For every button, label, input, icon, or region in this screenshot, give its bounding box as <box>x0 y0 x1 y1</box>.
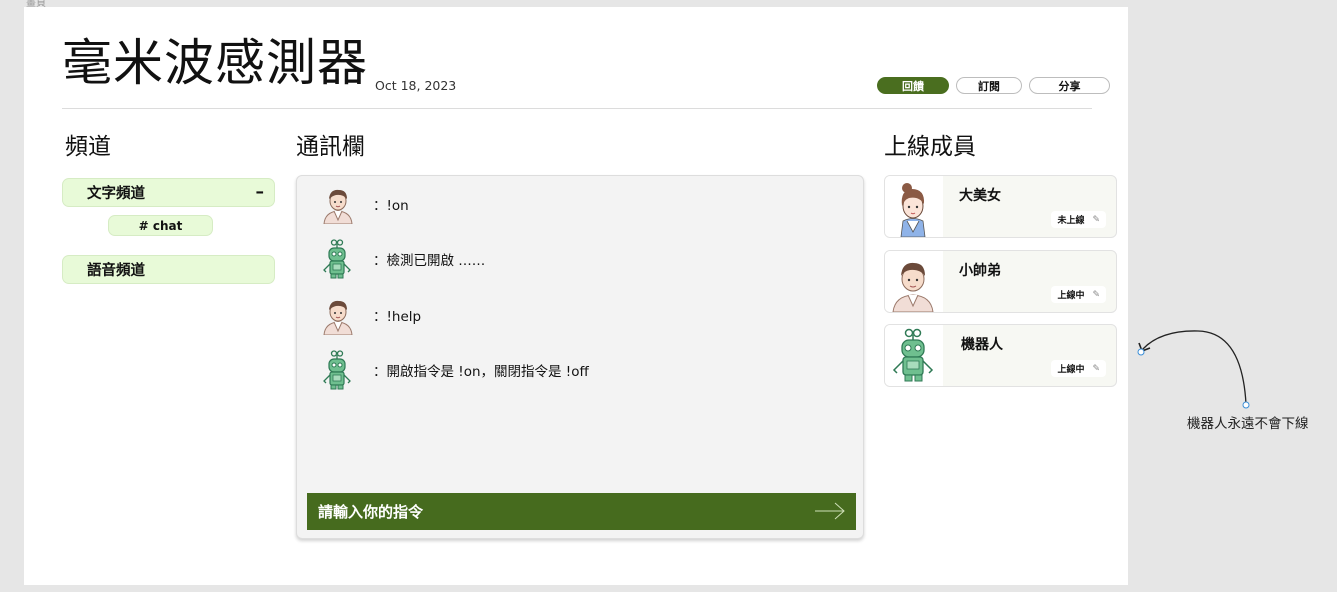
text-channel-group[interactable]: 文字頻道 – <box>62 178 275 207</box>
status-badge: 未上線 ✎ <box>1051 211 1106 228</box>
status-label: 未上線 <box>1057 216 1085 226</box>
member-card[interactable]: 機器人 上線中 ✎ <box>884 324 1117 387</box>
member-card[interactable]: 大美女 未上線 ✎ <box>884 175 1117 238</box>
woman-avatar-icon <box>885 176 943 237</box>
edit-icon[interactable]: ✎ <box>1092 364 1100 374</box>
annotation-note: 機器人永遠不會下線 <box>1187 416 1309 432</box>
status-label: 上線中 <box>1057 291 1085 301</box>
chat-panel: ：!on ：檢測已開啟 …… ：!help ：開啟指令是 !on，關閉指令是 !… <box>296 175 864 539</box>
share-button[interactable]: 分享 <box>1029 77 1110 94</box>
member-name: 大美女 <box>959 188 1001 204</box>
status-label: 上線中 <box>1057 365 1085 375</box>
member-name: 小帥弟 <box>959 263 1001 279</box>
chat-heading: 通訊欄 <box>296 134 365 160</box>
channel-chat[interactable]: # chat <box>108 215 213 236</box>
chat-message: ：檢測已開啟 …… <box>319 239 485 279</box>
message-text: ：檢測已開啟 …… <box>373 253 486 269</box>
man-avatar-icon <box>319 295 357 336</box>
text-channel-label: 文字頻道 <box>87 186 145 202</box>
members-heading: 上線成員 <box>884 134 976 160</box>
arrow-right-icon[interactable] <box>814 502 846 524</box>
man-avatar-icon <box>319 184 357 225</box>
command-input-placeholder: 請輸入你的指令 <box>318 503 424 521</box>
status-badge: 上線中 ✎ <box>1051 360 1106 377</box>
chat-message: ：開啟指令是 !on，關閉指令是 !off <box>319 350 589 390</box>
member-name: 機器人 <box>961 337 1003 353</box>
top-actions: 回饋 訂閱 分享 <box>877 77 1110 94</box>
robot-avatar-icon <box>319 350 357 390</box>
message-text: ：!on <box>373 198 409 214</box>
chat-message: ：!on <box>319 184 409 225</box>
man-avatar-icon <box>885 251 943 312</box>
subscribe-button[interactable]: 訂閱 <box>956 77 1022 94</box>
voice-channel-group[interactable]: 語音頻道 <box>62 255 275 284</box>
message-text: ：!help <box>373 309 422 325</box>
robot-avatar-icon <box>319 239 357 279</box>
connector-arrow <box>1137 330 1250 409</box>
command-input[interactable]: 請輸入你的指令 <box>307 493 856 530</box>
status-badge: 上線中 ✎ <box>1051 286 1106 303</box>
header-divider <box>62 108 1092 109</box>
message-text: ：開啟指令是 !on，關閉指令是 !off <box>373 364 589 380</box>
edit-icon[interactable]: ✎ <box>1092 215 1100 225</box>
member-card[interactable]: 小帥弟 上線中 ✎ <box>884 250 1117 313</box>
channels-heading: 頻道 <box>65 134 111 160</box>
chat-message: ：!help <box>319 295 422 336</box>
robot-avatar-icon <box>885 325 943 386</box>
feedback-button[interactable]: 回饋 <box>877 77 949 94</box>
collapse-icon[interactable]: – <box>256 182 265 202</box>
page-title: 毫米波感測器 <box>62 34 368 92</box>
edit-icon[interactable]: ✎ <box>1092 290 1100 300</box>
page-date: Oct 18, 2023 <box>375 78 457 93</box>
page-frame: 毫米波感測器 Oct 18, 2023 回饋 訂閱 分享 頻道 文字頻道 – #… <box>24 7 1128 585</box>
